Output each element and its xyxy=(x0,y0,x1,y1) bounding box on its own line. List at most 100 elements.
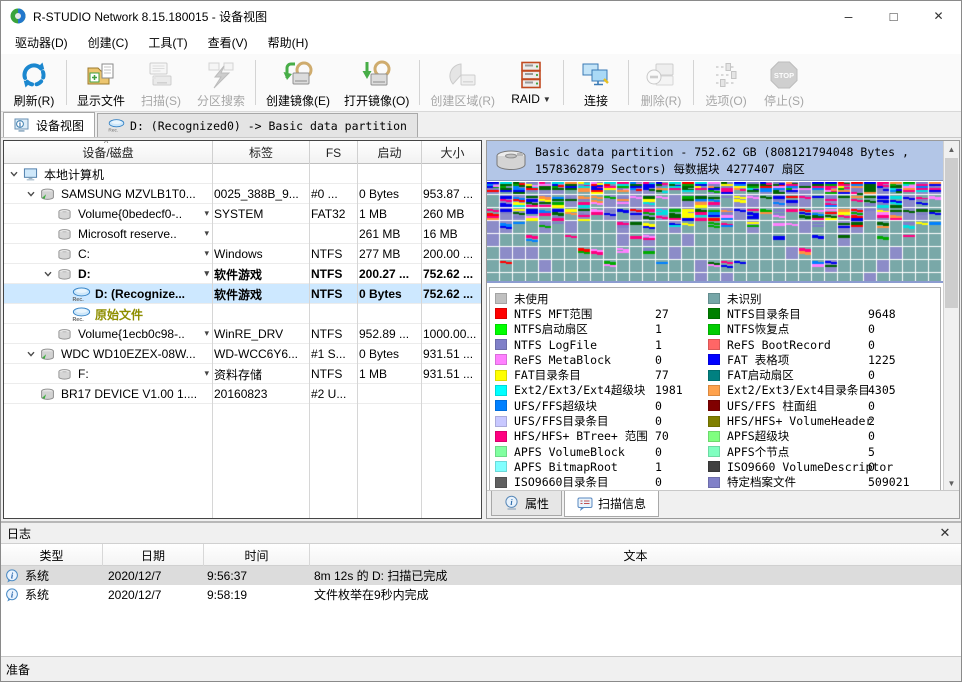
legend-count: 0 xyxy=(868,429,875,443)
tree-row[interactable]: Volume{1ecb0c98-.. ▾ WinRE_DRV NTFS 952.… xyxy=(4,324,481,344)
toolbar-button[interactable]: 分区搜索▼ xyxy=(190,56,252,111)
volume-dropdown-icon[interactable]: ▾ xyxy=(204,228,209,239)
device-icon xyxy=(55,267,74,282)
scrollbar[interactable] xyxy=(943,141,959,491)
scroll-down-icon[interactable] xyxy=(944,475,959,491)
column-header-device[interactable]: ^设备/磁盘 xyxy=(4,141,213,164)
legend-item: FAT启动扇区 0 xyxy=(708,367,941,382)
legend-label: APFS个节点 xyxy=(727,444,789,460)
menu-item[interactable]: 创建(C) xyxy=(78,31,139,54)
toolbar-button[interactable]: RAID▼ xyxy=(502,56,560,111)
tree-row[interactable]: Microsoft reserve.. ▾ 261 MB 16 MB xyxy=(4,224,481,244)
tree-row[interactable]: Rec. D: (Recognize... ▾ 软件游戏 NTFS 0 Byte… xyxy=(4,284,481,304)
expand-chevron-icon[interactable] xyxy=(7,169,21,179)
legend-label: APFS VolumeBlock xyxy=(514,445,625,459)
toolbar-button[interactable]: 刷新(R)▼ xyxy=(5,56,63,111)
legend-label: Ext2/Ext3/Ext4目录条目 xyxy=(727,382,870,398)
volume-dropdown-icon[interactable]: ▾ xyxy=(204,268,209,279)
log-row[interactable]: i系统 2020/12/7 9:56:37 8m 12s 的 D: 扫描已完成 xyxy=(1,566,961,585)
legend-item: NTFS目录条目 9648 xyxy=(708,306,941,321)
legend-label: UFS/FFS 柱面组 xyxy=(727,398,817,414)
tree-row[interactable]: Volume{0bedecf0-.. ▾ SYSTEM FAT32 1 MB 2… xyxy=(4,204,481,224)
tree-row[interactable]: F: ▾ 资料存储 NTFS 1 MB 931.51 ... xyxy=(4,364,481,384)
legend-count: 1225 xyxy=(868,353,896,367)
minimize-button[interactable] xyxy=(826,1,871,31)
device-icon xyxy=(55,367,74,382)
tree-row[interactable]: SAMSUNG MZVLB1T0... ▾ 0025_388B_9... #0 … xyxy=(4,184,481,204)
volume-size: 260 MB xyxy=(423,204,482,224)
partition-header: Basic data partition - 752.62 GB (808121… xyxy=(487,141,943,181)
expand-chevron-icon[interactable] xyxy=(41,269,55,279)
legend-label: UFS/FFS目录条目 xyxy=(514,413,608,429)
legend-item: UFS/FFS 柱面组 0 xyxy=(708,398,941,413)
toolbar-button[interactable]: 打开镜像(O)▼ xyxy=(337,56,416,111)
expand-chevron-icon[interactable] xyxy=(24,189,38,199)
log-column-date[interactable]: 日期 xyxy=(103,544,204,566)
volume-label: SYSTEM xyxy=(214,204,309,224)
legend-swatch xyxy=(495,416,507,427)
scan-legend: 未使用 NTFS MFT范围 27 NTFS启动扇区 1 NT xyxy=(489,287,941,491)
volume-dropdown-icon[interactable]: ▾ xyxy=(204,328,209,339)
log-column-type[interactable]: 类型 xyxy=(1,544,103,566)
legend-swatch xyxy=(495,446,507,457)
column-header-size[interactable]: 大小 xyxy=(422,141,482,164)
toolbar-button[interactable]: 创建区域(R)▼ xyxy=(423,56,502,111)
legend-swatch xyxy=(495,370,507,381)
device-name: WDC WD10EZEX-08W... xyxy=(61,347,196,361)
tree-row[interactable]: D: ▾ 软件游戏 NTFS 200.27 ... 752.62 ... xyxy=(4,264,481,284)
legend-label: UFS/FFS超级块 xyxy=(514,398,597,414)
toolbar-button[interactable]: 创建镜像(E)▼ xyxy=(259,56,337,111)
menu-item[interactable]: 查看(V) xyxy=(198,31,258,54)
tab-properties[interactable]: i 属性 xyxy=(491,491,562,516)
toolbar-button[interactable]: 扫描(S)▼ xyxy=(132,56,190,111)
tree-row[interactable]: BR17 DEVICE V1.00 1.... ▾ 20160823 #2 U.… xyxy=(4,384,481,404)
tab-scan-information[interactable]: 扫描信息 xyxy=(564,491,659,517)
volume-dropdown-icon[interactable]: ▾ xyxy=(204,368,209,379)
menu-item[interactable]: 工具(T) xyxy=(138,31,197,54)
log-column-time[interactable]: 时间 xyxy=(204,544,310,566)
toolbar-button[interactable]: 选项(O)▼ xyxy=(697,56,755,111)
close-button[interactable] xyxy=(916,1,961,31)
toolbar-button-label: 创建镜像(E) xyxy=(266,92,330,109)
scroll-up-icon[interactable] xyxy=(944,141,959,157)
column-header-start[interactable]: 启动 xyxy=(358,141,422,164)
scrollbar-thumb[interactable] xyxy=(945,158,958,308)
volume-label: 0025_388B_9... xyxy=(214,184,309,204)
log-row[interactable]: i系统 2020/12/7 9:58:19 文件枚举在9秒内完成 xyxy=(1,585,961,604)
toolbar-button[interactable]: 显示文件▼ xyxy=(70,56,132,111)
volume-dropdown-icon[interactable]: ▾ xyxy=(204,208,209,219)
legend-swatch xyxy=(708,339,720,350)
tab-recognized-partition[interactable]: Rec. D: (Recognized0) -> Basic data part… xyxy=(97,113,418,137)
volume-start: 1 MB xyxy=(359,204,421,224)
tree-row[interactable]: WDC WD10EZEX-08W... ▾ WD-WCC6Y6... #1 S.… xyxy=(4,344,481,364)
legend-item: APFS VolumeBlock 0 xyxy=(495,444,707,459)
device-tree-header: ^设备/磁盘 标签 FS 启动 大小 xyxy=(4,141,481,164)
volume-label: 软件游戏 xyxy=(214,264,309,284)
device-name: D: xyxy=(78,267,91,281)
expand-chevron-icon[interactable] xyxy=(24,349,38,359)
toolbar-button[interactable]: STOP 停止(S)▼ xyxy=(755,56,813,111)
tree-row[interactable]: C: ▾ Windows NTFS 277 MB 200.00 ... xyxy=(4,244,481,264)
tree-row[interactable]: 本地计算机 ▾ xyxy=(4,164,481,184)
volume-label xyxy=(214,304,309,324)
volume-dropdown-icon[interactable]: ▾ xyxy=(204,248,209,259)
tab-device-view[interactable]: i 设备视图 xyxy=(3,112,95,137)
menu-item[interactable]: 驱动器(D) xyxy=(5,31,78,54)
toolbar-button-label: 创建区域(R) xyxy=(430,92,495,109)
log-column-text[interactable]: 文本 xyxy=(310,544,961,566)
column-header-fs[interactable]: FS xyxy=(310,141,358,164)
legend-count: 0 xyxy=(868,399,875,413)
menu-item[interactable]: 帮助(H) xyxy=(258,31,319,54)
toolbar-button[interactable]: 删除(R)▼ xyxy=(632,56,690,111)
scan-block-map[interactable] xyxy=(487,182,942,281)
maximize-button[interactable] xyxy=(871,1,916,31)
column-header-label[interactable]: 标签 xyxy=(213,141,310,164)
tree-row[interactable]: Rec. 原始文件 ▾ xyxy=(4,304,481,324)
toolbar-button[interactable]: 连接▼ xyxy=(567,56,625,111)
legend-swatch xyxy=(708,308,720,319)
legend-item: HFS/HFS+ BTree+ 范围 70 xyxy=(495,429,707,444)
legend-count: 1981 xyxy=(655,383,683,397)
log-close-icon[interactable] xyxy=(937,525,953,541)
toolbar-button-icon xyxy=(205,59,237,91)
toolbar-button-icon xyxy=(145,59,177,91)
